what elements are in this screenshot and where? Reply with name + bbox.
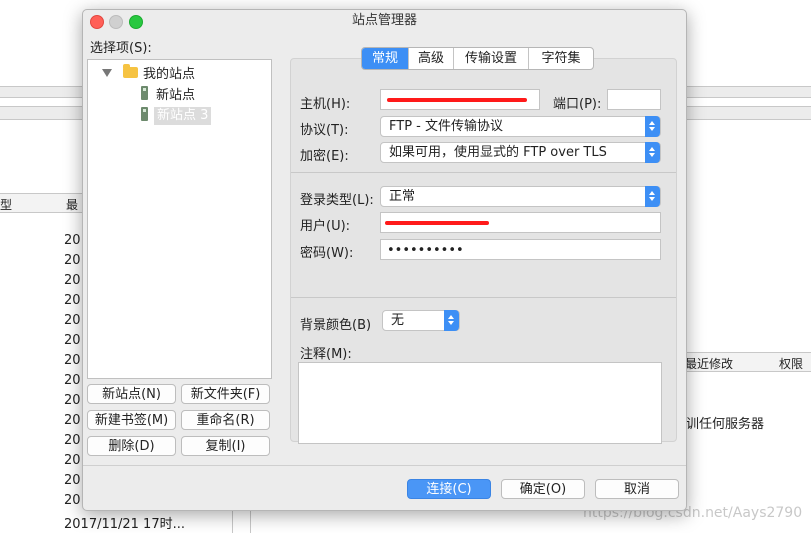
file-date-cell-full: 2017/11/21 17时... <box>64 517 185 532</box>
file-date-cell: 20 <box>64 253 81 268</box>
rename-button[interactable]: 重命名(R) <box>181 410 270 430</box>
dialog-title: 站点管理器 <box>351 13 417 28</box>
bg-color-select[interactable]: 无 <box>382 310 460 331</box>
column-last-label: 最 <box>66 198 79 212</box>
new-bookmark-button[interactable]: 新建书签(M) <box>87 410 176 430</box>
encryption-select[interactable]: 如果可用，使用显式的 FTP over TLS <box>380 142 661 163</box>
file-date-cell: 20 <box>64 233 81 248</box>
tab-advanced[interactable]: 高级 <box>408 48 453 69</box>
comment-label: 注释(M): <box>300 347 352 362</box>
new-site-button[interactable]: 新站点(N) <box>87 384 176 404</box>
close-window-icon[interactable] <box>90 15 104 29</box>
new-folder-button[interactable]: 新文件夹(F) <box>181 384 270 404</box>
delete-button[interactable]: 删除(D) <box>87 436 176 456</box>
file-date-cell: 20 <box>64 373 81 388</box>
settings-tabs: 常规 高级 传输设置 字符集 <box>361 47 594 70</box>
port-input[interactable] <box>607 89 661 110</box>
file-date-cell: 20 <box>64 473 81 488</box>
footer-divider <box>83 465 686 466</box>
file-date-cell: 20 <box>64 273 81 288</box>
protocol-select[interactable]: FTP - 文件传输协议 <box>380 116 661 137</box>
chevron-updown-icon <box>645 116 660 137</box>
site-tree[interactable]: 我的站点 新站点 新站点 3 <box>87 59 272 379</box>
server-icon <box>141 107 148 121</box>
column-modified-label: 最近修改 <box>685 357 734 371</box>
file-date-cell: 20 <box>64 393 81 408</box>
tree-folder-my-sites[interactable]: 我的站点 <box>143 66 195 84</box>
comment-textarea[interactable] <box>298 362 662 444</box>
background-column-header[interactable]: 型 最 <box>0 193 82 213</box>
file-date-cell: 20 <box>64 293 81 308</box>
tab-transfer-settings[interactable]: 传输设置 <box>453 48 528 69</box>
bg-color-label: 背景颜色(B) <box>300 318 372 333</box>
redaction-mark <box>387 98 527 102</box>
tree-item-site-selected[interactable]: 新站点 3 <box>154 107 212 125</box>
tab-general[interactable]: 常规 <box>362 48 408 69</box>
chevron-updown-icon <box>645 186 660 207</box>
remote-status-message: 训任何服务器 <box>686 417 765 432</box>
file-date-cell: 20 <box>64 453 81 468</box>
chevron-updown-icon <box>645 142 660 163</box>
redaction-mark <box>385 221 489 225</box>
copy-button[interactable]: 复制(I) <box>181 436 270 456</box>
column-permissions-label: 权限 <box>779 357 804 371</box>
minimize-window-icon[interactable] <box>109 15 123 29</box>
section-divider <box>291 172 676 173</box>
file-date-cell: 20 <box>64 353 81 368</box>
connect-button[interactable]: 连接(C) <box>407 479 491 499</box>
ok-button[interactable]: 确定(O) <box>501 479 585 499</box>
settings-panel: 主机(H): 端口(P): 协议(T): FTP - 文件传输协议 加密(E):… <box>290 58 677 444</box>
file-date-cell: 20 <box>64 493 81 508</box>
file-date-cell: 20 <box>64 433 81 448</box>
chevron-updown-icon <box>444 310 459 331</box>
tab-charset[interactable]: 字符集 <box>528 48 593 69</box>
password-input[interactable]: •••••••••• <box>380 239 661 260</box>
folder-icon <box>123 64 138 78</box>
server-icon <box>141 86 148 100</box>
site-manager-dialog: 站点管理器 选择项(S): 我的站点 新站点 新站点 3 新站点(N) 新文件夹… <box>82 9 687 511</box>
login-type-select[interactable]: 正常 <box>380 186 661 207</box>
protocol-label: 协议(T): <box>300 123 349 138</box>
file-date-cell: 20 <box>64 313 81 328</box>
maximize-window-icon[interactable] <box>129 15 143 29</box>
encryption-value: 如果可用，使用显式的 FTP over TLS <box>389 145 607 160</box>
login-type-value: 正常 <box>389 189 416 204</box>
protocol-value: FTP - 文件传输协议 <box>389 119 503 134</box>
tree-item-site[interactable]: 新站点 <box>156 87 195 105</box>
column-type-label: 型 <box>0 198 13 212</box>
bg-color-value: 无 <box>391 313 405 328</box>
cancel-button[interactable]: 取消 <box>595 479 679 499</box>
user-label: 用户(U): <box>300 219 351 234</box>
encryption-label: 加密(E): <box>300 149 349 164</box>
disclosure-triangle-icon[interactable] <box>102 69 112 77</box>
section-divider <box>291 297 676 298</box>
host-label: 主机(H): <box>300 97 351 112</box>
remote-column-header[interactable]: 最近修改 权限 <box>685 352 811 372</box>
file-date-cell: 20 <box>64 333 81 348</box>
login-type-label: 登录类型(L): <box>300 193 374 208</box>
password-label: 密码(W): <box>300 246 354 261</box>
port-label: 端口(P): <box>553 97 602 112</box>
select-entry-label: 选择项(S): <box>90 41 152 56</box>
file-date-cell: 20 <box>64 413 81 428</box>
